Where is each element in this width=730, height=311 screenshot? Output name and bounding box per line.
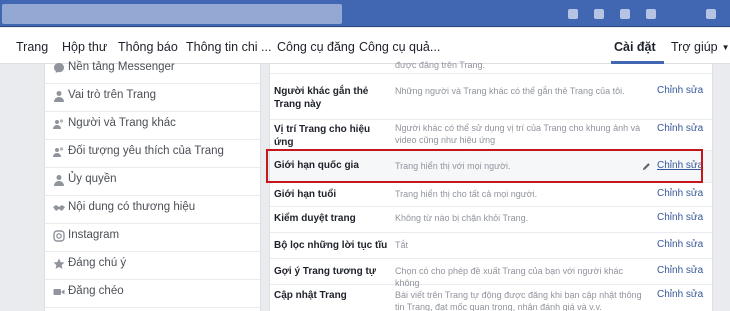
account-menu-icon[interactable]	[706, 9, 716, 19]
edit-link[interactable]: Chỉnh sửa	[657, 123, 703, 134]
sidebar-item-people-and-pages[interactable]: Người và Trang khác	[45, 112, 260, 140]
star-icon	[53, 258, 65, 270]
sidebar-item-label: Người và Trang khác	[68, 117, 176, 129]
edit-link[interactable]: Chỉnh sửa	[657, 289, 703, 300]
friend-requests-icon[interactable]	[568, 9, 578, 19]
tab-trang[interactable]: Trang	[16, 40, 48, 54]
caret-down-icon: ▼	[721, 43, 730, 52]
setting-title: Vị trí Trang cho hiệu ứng	[274, 124, 371, 148]
sidebar-item-label: Nội dung có thương hiệu	[68, 201, 196, 213]
tab-cong-cu-quang-cao[interactable]: Công cụ quả...	[359, 40, 440, 54]
people-icon	[53, 146, 65, 158]
person-icon	[53, 174, 65, 186]
notifications-icon[interactable]	[620, 9, 630, 19]
tab-cai-dat[interactable]: Cài đặt	[614, 40, 656, 54]
setting-row-page-updates[interactable]: Cập nhật Trang Bài viết trên Trang tự độ…	[270, 285, 712, 311]
setting-desc: Trang hiển thị cho tất cả mọi người.	[395, 189, 538, 199]
search-input[interactable]	[2, 4, 342, 24]
tab-thong-bao[interactable]: Thông báo	[118, 40, 178, 54]
setting-row-tagging[interactable]: Người khác gắn thẻ Trang này Những người…	[270, 74, 712, 120]
setting-desc: Không từ nào bị chặn khỏi Trang.	[395, 213, 529, 223]
setting-desc: được đăng trên Trang.	[395, 60, 485, 70]
tab-tro-giup[interactable]: Trợ giúp ▼	[671, 40, 730, 54]
general-settings-panel: được đăng trên Trang. Người khác gắn thẻ…	[269, 60, 713, 311]
setting-row-country-restrictions[interactable]: Giới hạn quốc gia Trang hiển thị với mọi…	[270, 151, 712, 183]
sidebar-item-messenger-platform[interactable]: Nền tảng Messenger	[45, 56, 260, 84]
handshake-icon	[53, 202, 65, 214]
setting-title: Cập nhật Trang	[274, 290, 347, 301]
setting-desc: Những người và Trang khác có thể gắn thẻ…	[395, 86, 625, 96]
setting-row-age-restrictions[interactable]: Giới hạn tuổi Trang hiển thị cho tất cả …	[270, 183, 712, 207]
sidebar-item-branded-content[interactable]: Nội dung có thương hiệu	[45, 196, 260, 224]
sidebar-item-authorizations[interactable]: Ủy quyền	[45, 168, 260, 196]
pencil-icon	[642, 163, 650, 171]
sidebar-item-crossposting[interactable]: Đăng chéo	[45, 280, 260, 308]
tab-tro-giup-label: Trợ giúp	[671, 40, 718, 54]
tab-hop-thu[interactable]: Hộp thư	[62, 40, 107, 54]
instagram-icon	[53, 230, 65, 242]
setting-row-similar-page-suggestions[interactable]: Gợi ý Trang tương tự Chọn có cho phép đề…	[270, 259, 712, 288]
setting-title: Giới hạn tuổi	[274, 189, 337, 200]
setting-desc: Tắt	[395, 240, 409, 250]
edit-link[interactable]: Chỉnh sửa	[657, 212, 703, 223]
sidebar-item-label: Instagram	[68, 229, 120, 241]
sidebar-item-label: Đáng chú ý	[68, 257, 127, 269]
setting-row-partial: được đăng trên Trang.	[270, 58, 712, 74]
tab-cong-cu-dang[interactable]: Công cụ đăng	[277, 40, 355, 54]
setting-title: Người khác gắn thẻ Trang này	[274, 86, 369, 110]
messenger-icon	[53, 62, 65, 74]
sidebar-item-label: Đối tượng yêu thích của Trang	[68, 145, 224, 157]
setting-title: Giới hạn quốc gia	[274, 160, 359, 171]
person-icon	[53, 90, 65, 102]
people-icon	[53, 118, 65, 130]
sidebar-item-label: Ủy quyền	[68, 173, 117, 185]
sidebar-item-label: Vai trò trên Trang	[68, 89, 156, 101]
sidebar-item-preferred-audience[interactable]: Đối tượng yêu thích của Trang	[45, 140, 260, 168]
settings-sidebar: Nền tảng Messenger Vai trò trên Trang Ng…	[44, 61, 261, 311]
setting-desc: Trang hiển thị với mọi người.	[395, 161, 511, 171]
sidebar-item-page-roles[interactable]: Vai trò trên Trang	[45, 84, 260, 112]
top-bar	[0, 0, 730, 27]
sidebar-item-label: Nền tảng Messenger	[68, 61, 175, 73]
tab-thong-tin-chi-tiet[interactable]: Thông tin chi ...	[186, 40, 271, 54]
sidebar-item-instagram[interactable]: Instagram	[45, 224, 260, 252]
help-icon[interactable]	[646, 9, 656, 19]
setting-title: Kiểm duyệt trang	[274, 213, 356, 224]
setting-desc: Bài viết trên Trang tự động được đăng kh…	[395, 290, 642, 311]
setting-row-page-moderation[interactable]: Kiểm duyệt trang Không từ nào bị chặn kh…	[270, 207, 712, 233]
messages-icon[interactable]	[594, 9, 604, 19]
edit-link[interactable]: Chỉnh sửa	[657, 239, 703, 250]
setting-title: Gợi ý Trang tương tự	[274, 266, 377, 277]
setting-row-profanity-filter[interactable]: Bộ lọc những lời tục tĩu Tắt Chỉnh sửa	[270, 233, 712, 259]
video-icon	[53, 286, 65, 298]
setting-desc: Người khác có thể sử dụng vị trí của Tra…	[395, 123, 641, 145]
edit-link[interactable]: Chỉnh sửa	[657, 265, 703, 276]
edit-link[interactable]: Chỉnh sửa	[657, 85, 703, 96]
setting-title: Bộ lọc những lời tục tĩu	[274, 240, 388, 251]
sidebar-item-label: Đăng chéo	[68, 285, 124, 297]
sidebar-item-featured[interactable]: Đáng chú ý	[45, 252, 260, 280]
edit-link[interactable]: Chỉnh sửa	[657, 188, 703, 199]
setting-row-page-location-effects[interactable]: Vị trí Trang cho hiệu ứng Người khác có …	[270, 120, 712, 151]
edit-link[interactable]: Chỉnh sửa	[657, 160, 703, 171]
